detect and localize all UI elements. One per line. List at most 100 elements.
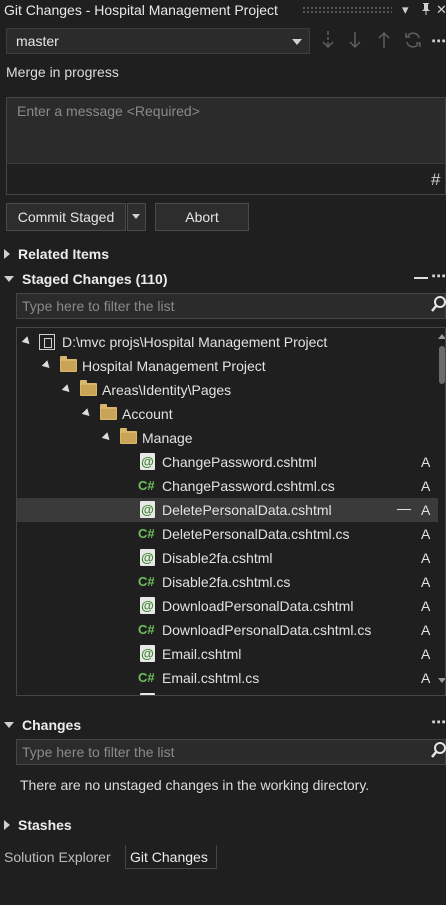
staged-filter-box (16, 293, 446, 319)
tree-row-pages[interactable]: Areas\Identity\Pages (17, 378, 443, 402)
tree-row-file[interactable]: C# Disable2fa.cshtml.cs A (17, 570, 443, 594)
file-status: A (421, 574, 431, 590)
staged-filter-input[interactable] (17, 294, 427, 318)
unstage-all-icon[interactable] (414, 277, 428, 279)
tree-row-file[interactable]: C# Email.cshtml.cs A (17, 666, 443, 690)
razor-file-icon: @ (140, 501, 155, 518)
commit-staged-button[interactable]: Commit Staged (6, 203, 126, 231)
file-status: A (421, 670, 431, 686)
file-name: Disable2fa.cshtml (162, 550, 273, 566)
stashes-header[interactable]: Stashes (4, 817, 72, 833)
staged-changes-header[interactable]: Staged Changes (110) (4, 271, 168, 287)
tree-row-project[interactable]: Hospital Management Project (17, 354, 443, 378)
tree-row-manage[interactable]: Manage (17, 426, 443, 450)
csharp-file-icon: C# (138, 526, 155, 541)
tool-window-tabs: Solution Explorer Git Changes (0, 845, 446, 869)
scrollbar-thumb[interactable] (439, 346, 445, 384)
csharp-file-icon: C# (138, 622, 155, 637)
tree-row-account[interactable]: Account (17, 402, 443, 426)
unstage-icon[interactable] (397, 509, 411, 510)
file-name: Email.cshtml.cs (162, 670, 260, 686)
tree-row-partial[interactable] (17, 690, 443, 695)
sync-icon[interactable] (403, 30, 423, 55)
tree-row-file[interactable]: C# ChangePassword.cshtml.cs A (17, 474, 443, 498)
search-icon[interactable] (431, 295, 446, 318)
commit-options-dropdown[interactable] (127, 203, 146, 231)
tree-pages-label: Areas\Identity\Pages (102, 382, 232, 398)
merge-status: Merge in progress (6, 64, 119, 80)
chevron-down-icon (132, 214, 140, 219)
scrollbar[interactable] (438, 328, 445, 695)
pin-icon[interactable] (420, 2, 432, 19)
folder-icon (100, 404, 117, 420)
title-bar: Git Changes - Hospital Management Projec… (0, 0, 446, 22)
push-icon[interactable] (377, 30, 391, 55)
changes-label: Changes (22, 717, 82, 733)
tree-row-file[interactable]: @ DownloadPersonalData.cshtml A (17, 594, 443, 618)
chevron-down-icon[interactable]: ▾ (402, 2, 409, 18)
more-options-icon[interactable]: ⋯ (431, 267, 446, 285)
csharp-file-icon: C# (138, 478, 155, 493)
related-items-header[interactable]: Related Items (4, 246, 109, 262)
razor-file-icon: @ (140, 597, 155, 614)
scroll-up-icon[interactable] (438, 334, 445, 339)
tree-row-file[interactable]: @ Disable2fa.cshtml A (17, 546, 443, 570)
changes-filter-input[interactable] (17, 740, 427, 764)
folder-icon (80, 380, 97, 396)
staged-changes-label: Staged Changes (110) (22, 271, 168, 287)
search-icon[interactable] (431, 741, 446, 764)
tree-account-label: Account (122, 406, 173, 422)
collapse-icon (61, 384, 73, 395)
tree-row-file[interactable]: C# DownloadPersonalData.cshtml.cs A (17, 618, 443, 642)
more-options-icon[interactable]: ⋯ (431, 713, 446, 731)
folder-icon (60, 356, 77, 372)
window-title: Git Changes - Hospital Management Projec… (4, 2, 278, 18)
tab-solution-explorer[interactable]: Solution Explorer (0, 845, 115, 869)
tree-row-file[interactable]: @ DeletePersonalData.cshtml A (17, 498, 443, 522)
tree-row-file[interactable]: @ Email.cshtml A (17, 642, 443, 666)
file-name: ChangePassword.cshtml (162, 454, 317, 470)
changes-header[interactable]: Changes (4, 717, 81, 733)
empty-changes-message: There are no unstaged changes in the wor… (20, 777, 370, 793)
tree-row-root[interactable]: D:\mvc projs\Hospital Management Project (17, 330, 443, 354)
file-name: DeletePersonalData.cshtml (162, 502, 332, 518)
csharp-file-icon: C# (138, 574, 155, 589)
collapse-icon (4, 276, 14, 282)
branch-name: master (16, 33, 59, 49)
hash-icon[interactable]: # (431, 170, 440, 190)
chevron-down-icon (292, 39, 302, 45)
file-status: A (421, 502, 431, 518)
collapse-icon (21, 336, 33, 347)
file-status: A (421, 478, 431, 494)
tab-git-changes[interactable]: Git Changes (125, 845, 217, 869)
razor-file-icon: @ (140, 453, 155, 470)
related-items-label: Related Items (18, 246, 110, 262)
scroll-down-icon[interactable] (438, 678, 445, 683)
folder-icon (120, 428, 137, 444)
file-name: Email.cshtml (162, 646, 242, 662)
file-name: ChangePassword.cshtml.cs (162, 478, 335, 494)
tree-project-label: Hospital Management Project (82, 358, 266, 374)
razor-file-icon (140, 693, 155, 695)
more-options-icon[interactable]: ⋯ (431, 32, 446, 50)
file-status: A (421, 646, 431, 662)
tree-row-file[interactable]: C# DeletePersonalData.cshtml.cs A (17, 522, 443, 546)
commit-message-input[interactable] (7, 98, 445, 164)
file-name: Disable2fa.cshtml.cs (162, 574, 291, 590)
commit-message-box: # (6, 97, 446, 195)
collapse-icon (81, 408, 93, 419)
abort-button[interactable]: Abort (155, 203, 249, 231)
file-status: A (421, 598, 431, 614)
file-name: DownloadPersonalData.cshtml (162, 598, 354, 614)
razor-file-icon: @ (140, 549, 155, 566)
file-name: DeletePersonalData.cshtml.cs (162, 526, 350, 542)
tree-row-file[interactable]: @ ChangePassword.cshtml A (17, 450, 443, 474)
close-icon[interactable]: ✕ (436, 2, 446, 18)
csharp-file-icon: C# (138, 670, 155, 685)
staged-file-tree[interactable]: D:\mvc projs\Hospital Management Project… (16, 327, 446, 696)
pull-icon[interactable] (348, 30, 362, 55)
branch-dropdown[interactable]: master (6, 28, 310, 54)
fetch-icon[interactable] (321, 30, 335, 55)
drag-grip[interactable] (302, 6, 392, 14)
file-status: A (421, 526, 431, 542)
